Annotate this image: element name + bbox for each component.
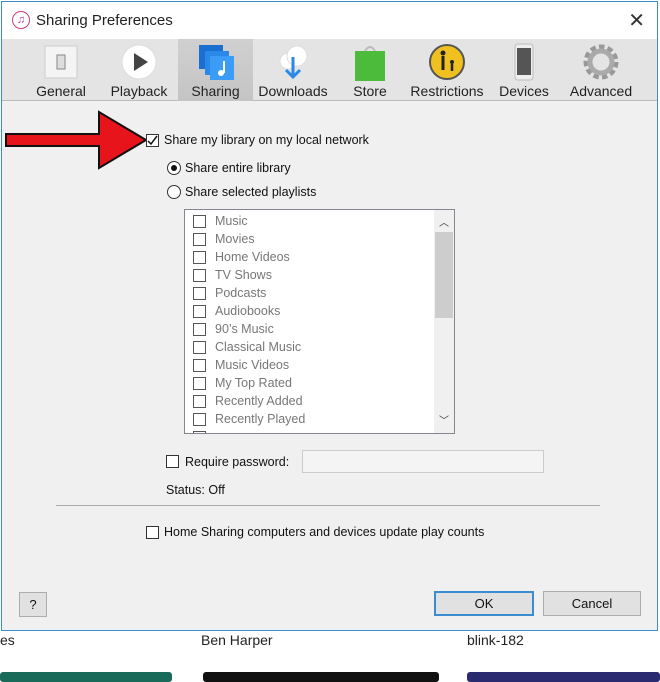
require-password-label: Require password: <box>185 455 290 469</box>
tab-label: Devices <box>499 83 549 99</box>
switch-icon <box>44 45 78 79</box>
tab-label: Downloads <box>258 83 328 99</box>
share-selected-label: Share selected playlists <box>185 185 317 199</box>
sharing-music-icon <box>198 45 234 80</box>
status-text: Status: Off <box>166 483 225 497</box>
playlist-label: Recently Played <box>215 412 306 426</box>
annotation-arrow <box>5 110 148 170</box>
playlist-checkbox[interactable] <box>193 251 206 264</box>
playlist-checkbox[interactable] <box>193 269 206 282</box>
background-artist: es <box>0 632 15 648</box>
tab-store[interactable]: Store <box>339 39 401 101</box>
tab-advanced[interactable]: Advanced <box>565 39 637 101</box>
album-art <box>0 672 172 682</box>
tab-sharing[interactable]: Sharing <box>178 39 253 101</box>
tab-label: Store <box>353 83 387 99</box>
share-library-checkbox[interactable] <box>146 134 159 147</box>
checkmark-icon <box>147 135 158 146</box>
tab-label: Advanced <box>569 83 633 99</box>
playlist-label: Podcasts <box>215 286 267 300</box>
playlist-label: Recently Added <box>215 394 303 408</box>
playlist-checkbox[interactable] <box>193 359 206 372</box>
parental-icon <box>429 44 465 80</box>
share-library-label: Share my library on my local network <box>164 133 369 147</box>
chevron-up-icon[interactable]: ︿ <box>439 214 449 229</box>
ok-button[interactable]: OK <box>434 591 534 616</box>
playlist-label: Music <box>215 214 248 228</box>
title-bar: ♫ Sharing Preferences ✕ <box>2 2 657 39</box>
tab-label: Playback <box>110 83 168 99</box>
playlist-label: Audiobooks <box>215 304 281 318</box>
password-input[interactable] <box>302 450 544 473</box>
close-icon[interactable]: ✕ <box>628 8 645 33</box>
tab-label: Sharing <box>191 83 240 99</box>
gear-icon <box>583 44 619 80</box>
play-icon <box>121 44 157 80</box>
playlist-checkbox[interactable] <box>193 341 206 354</box>
background-artist: Ben Harper <box>201 632 273 648</box>
album-art <box>203 672 439 682</box>
playlist-checkbox[interactable] <box>193 215 206 228</box>
divider <box>56 505 600 506</box>
playlist-label: Music Videos <box>215 358 290 372</box>
share-entire-label: Share entire library <box>185 161 291 175</box>
playlist-list[interactable]: ︿ ﹀ Music Movies Home Videos TV Shows Podcas… <box>184 209 455 434</box>
cancel-button[interactable]: Cancel <box>543 591 641 616</box>
tab-general[interactable]: General <box>30 39 92 101</box>
playlist-checkbox[interactable] <box>193 287 206 300</box>
playlist-checkbox[interactable] <box>193 305 206 318</box>
playlist-checkbox[interactable] <box>193 377 206 390</box>
tab-label: Restrictions <box>410 83 484 99</box>
playlist-checkbox[interactable] <box>193 431 206 433</box>
background-artist: blink-182 <box>467 632 524 648</box>
playlist-label: My Top Rated <box>215 376 292 390</box>
phone-icon <box>514 43 534 81</box>
tab-devices[interactable]: Devices <box>493 39 555 101</box>
playlist-label: Movies <box>215 232 255 246</box>
home-sharing-checkbox[interactable] <box>146 526 159 539</box>
scrollbar-thumb[interactable] <box>435 232 453 318</box>
tab-restrictions[interactable]: Restrictions <box>406 39 488 101</box>
playlist-label: Classical Music <box>215 340 302 354</box>
toolbar: General Playback Sharing Downloads Store… <box>2 39 657 101</box>
share-selected-radio[interactable] <box>167 185 181 199</box>
help-button[interactable]: ? <box>19 592 47 617</box>
playlist-label: Home Videos <box>215 250 290 264</box>
playlist-checkbox[interactable] <box>193 323 206 336</box>
tab-playback[interactable]: Playback <box>102 39 176 101</box>
tab-label: General <box>36 83 86 99</box>
home-sharing-label: Home Sharing computers and devices updat… <box>164 525 485 539</box>
scrollbar[interactable]: ︿ ﹀ <box>434 210 454 433</box>
share-entire-radio[interactable] <box>167 161 181 175</box>
playlist-checkbox[interactable] <box>193 233 206 246</box>
playlist-checkbox[interactable] <box>193 395 206 408</box>
window-title: Sharing Preferences <box>36 12 173 29</box>
itunes-logo-icon: ♫ <box>12 11 30 29</box>
chevron-down-icon[interactable]: ﹀ <box>439 412 449 427</box>
album-art <box>467 672 660 682</box>
tab-downloads[interactable]: Downloads <box>255 39 331 101</box>
playlist-label: 90’s Music <box>215 322 274 336</box>
playlist-label: TV Shows <box>215 268 272 282</box>
cloud-download-icon <box>279 45 308 80</box>
playlist-checkbox[interactable] <box>193 413 206 426</box>
shopping-bag-icon <box>355 46 385 81</box>
require-password-checkbox[interactable] <box>166 455 179 468</box>
